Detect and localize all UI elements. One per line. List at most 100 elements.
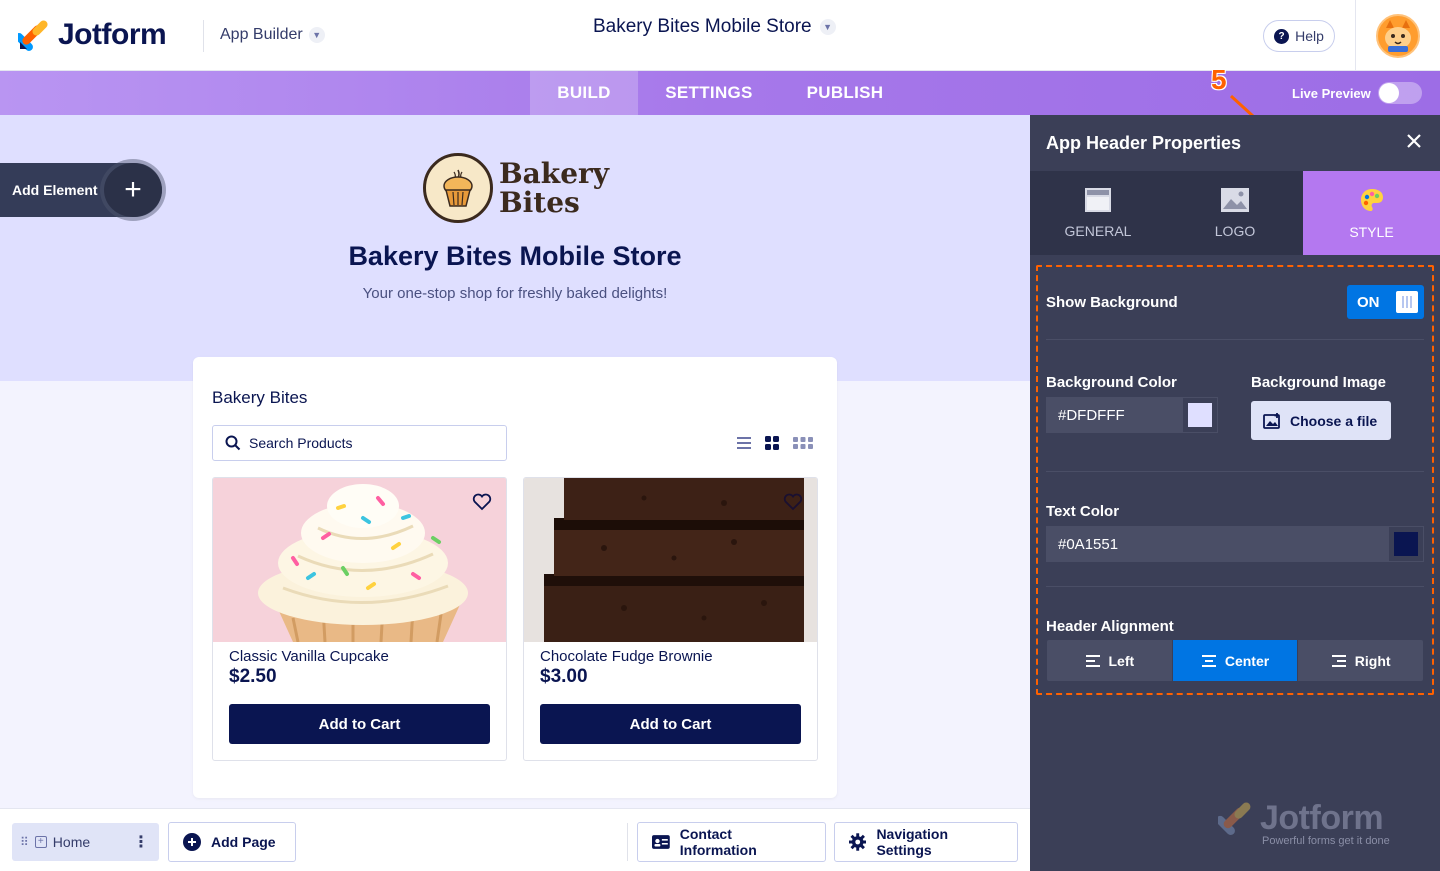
product-name: Classic Vanilla Cupcake xyxy=(229,648,389,665)
panel-tabs: GENERAL LOGO STYLE xyxy=(1030,171,1440,255)
help-button[interactable]: ? Help xyxy=(1263,20,1335,52)
image-icon xyxy=(1221,188,1249,212)
align-label: Center xyxy=(1224,652,1270,669)
app-header-properties-panel: App Header Properties GENERAL LOGO STYLE… xyxy=(1030,115,1440,871)
layout-icon xyxy=(1085,188,1111,212)
home-page-icon: + xyxy=(34,836,47,848)
app-title-dropdown[interactable]: Bakery Bites Mobile Store ▼ xyxy=(593,16,836,38)
background-color-swatch[interactable] xyxy=(1182,397,1218,433)
app-builder-dropdown[interactable]: App Builder ▼ xyxy=(220,26,325,44)
contact-information-button[interactable]: Contact Information xyxy=(637,822,826,862)
watermark-subtitle: Powerful forms get it done xyxy=(1262,835,1390,847)
drag-handle-icon[interactable]: ⠿ xyxy=(20,835,29,849)
heart-icon[interactable] xyxy=(472,493,492,511)
search-placeholder: Search Products xyxy=(249,435,353,451)
navigation-settings-button[interactable]: Navigation Settings xyxy=(834,822,1018,862)
text-color-swatch[interactable] xyxy=(1388,526,1424,562)
color-swatch xyxy=(1188,403,1212,427)
brand-name-line2: Bites xyxy=(499,186,580,219)
show-background-toggle[interactable]: ON xyxy=(1347,285,1424,319)
divider xyxy=(1046,471,1424,472)
product-list-element[interactable]: Bakery Bites Search Products Classic Van… xyxy=(193,357,837,798)
tab-build[interactable]: BUILD xyxy=(530,71,638,115)
contact-card-icon xyxy=(652,835,670,849)
cupcake-image xyxy=(213,478,506,642)
product-name: Chocolate Fudge Brownie xyxy=(540,648,713,665)
close-icon[interactable] xyxy=(1404,131,1424,151)
tab-label: LOGO xyxy=(1214,223,1256,239)
text-color-input[interactable]: #0A1551 xyxy=(1046,526,1388,562)
align-right-button[interactable]: Right xyxy=(1298,640,1423,681)
palette-icon xyxy=(1360,189,1383,211)
align-left-icon xyxy=(1085,654,1100,667)
search-icon xyxy=(225,435,241,451)
product-price: $2.50 xyxy=(229,666,277,687)
jotform-logo[interactable]: Jotform xyxy=(18,18,167,52)
app-logo[interactable]: Bakery Bites xyxy=(423,153,609,223)
top-bar: Jotform App Builder ▼ Bakery Bites Mobil… xyxy=(0,0,1440,71)
tab-label: GENERAL xyxy=(1064,223,1132,239)
align-right-icon xyxy=(1331,654,1346,667)
app-builder-label: App Builder xyxy=(220,26,303,43)
search-input[interactable]: Search Products xyxy=(212,425,507,461)
brownie-image xyxy=(524,478,817,642)
tab-settings[interactable]: SETTINGS xyxy=(638,71,780,115)
avatar[interactable] xyxy=(1376,14,1420,58)
jotform-logo-icon xyxy=(1218,802,1251,835)
app-canvas: Add Element + Bakery Bites Bakery Bites … xyxy=(0,115,1030,808)
background-image-label: Background Image xyxy=(1251,374,1387,391)
app-title: Bakery Bites Mobile Store xyxy=(593,16,812,37)
align-left-button[interactable]: Left xyxy=(1047,640,1173,681)
header-alignment-label: Header Alignment xyxy=(1046,618,1174,635)
navigation-settings-label: Navigation Settings xyxy=(876,826,949,858)
align-center-icon xyxy=(1201,654,1216,667)
header-alignment-group: Left Center Right xyxy=(1047,640,1423,681)
toggle-state: ON xyxy=(1357,293,1380,311)
contact-information-label: Contact Information xyxy=(679,826,757,858)
product-list-title: Bakery Bites xyxy=(212,388,308,407)
list-view-icon[interactable] xyxy=(736,436,752,450)
view-toggle xyxy=(736,435,814,451)
tab-general[interactable]: GENERAL xyxy=(1030,171,1166,255)
add-to-cart-button[interactable]: Add to Cart xyxy=(540,704,801,744)
text-color-label: Text Color xyxy=(1046,503,1120,520)
choose-file-button[interactable]: Choose a file xyxy=(1251,401,1391,440)
choose-file-label: Choose a file xyxy=(1290,412,1378,429)
align-center-button[interactable]: Center xyxy=(1172,640,1299,681)
panel-title: App Header Properties xyxy=(1046,132,1242,153)
more-options-icon[interactable]: ⋮ xyxy=(133,832,149,852)
header-subtitle[interactable]: Your one-stop shop for freshly baked del… xyxy=(0,285,1030,302)
plus-icon: + xyxy=(104,163,162,217)
tab-publish[interactable]: PUBLISH xyxy=(780,71,910,115)
divider xyxy=(1355,0,1356,71)
tab-style[interactable]: STYLE xyxy=(1303,171,1440,255)
header-title[interactable]: Bakery Bites Mobile Store xyxy=(0,241,1030,272)
divider xyxy=(1046,586,1424,587)
toggle-knob xyxy=(1396,291,1418,313)
tab-label: STYLE xyxy=(1349,224,1394,240)
page-tab-label: Home xyxy=(52,834,91,850)
add-page-button[interactable]: Add Page xyxy=(168,822,296,862)
background-color-input[interactable]: #DFDFFF xyxy=(1046,397,1182,433)
tab-logo[interactable]: LOGO xyxy=(1167,171,1303,255)
plus-circle-icon xyxy=(183,833,201,851)
product-card[interactable]: Classic Vanilla Cupcake $2.50 Add to Car… xyxy=(212,477,507,761)
live-preview-toggle[interactable] xyxy=(1378,82,1422,104)
add-to-cart-button[interactable]: Add to Cart xyxy=(229,704,490,744)
add-element-button[interactable]: Add Element + xyxy=(0,163,162,217)
help-label: Help xyxy=(1295,28,1324,44)
jotform-logo-icon xyxy=(18,20,48,51)
color-swatch xyxy=(1394,532,1418,556)
jotform-watermark: Jotform Powerful forms get it done xyxy=(1218,801,1390,847)
product-card[interactable]: Chocolate Fudge Brownie $3.00 Add to Car… xyxy=(523,477,818,761)
page-tab-home[interactable]: ⠿ + Home ⋮ xyxy=(12,823,159,861)
grid-view-icon[interactable] xyxy=(764,435,780,451)
heart-icon[interactable] xyxy=(783,493,803,511)
brand-name-line1: Bakery xyxy=(499,157,610,190)
compact-grid-icon[interactable] xyxy=(792,436,814,450)
gear-icon xyxy=(849,833,867,851)
muffin-icon xyxy=(423,153,493,223)
product-price: $3.00 xyxy=(540,666,588,687)
add-page-label: Add Page xyxy=(211,834,276,850)
divider xyxy=(627,823,628,861)
